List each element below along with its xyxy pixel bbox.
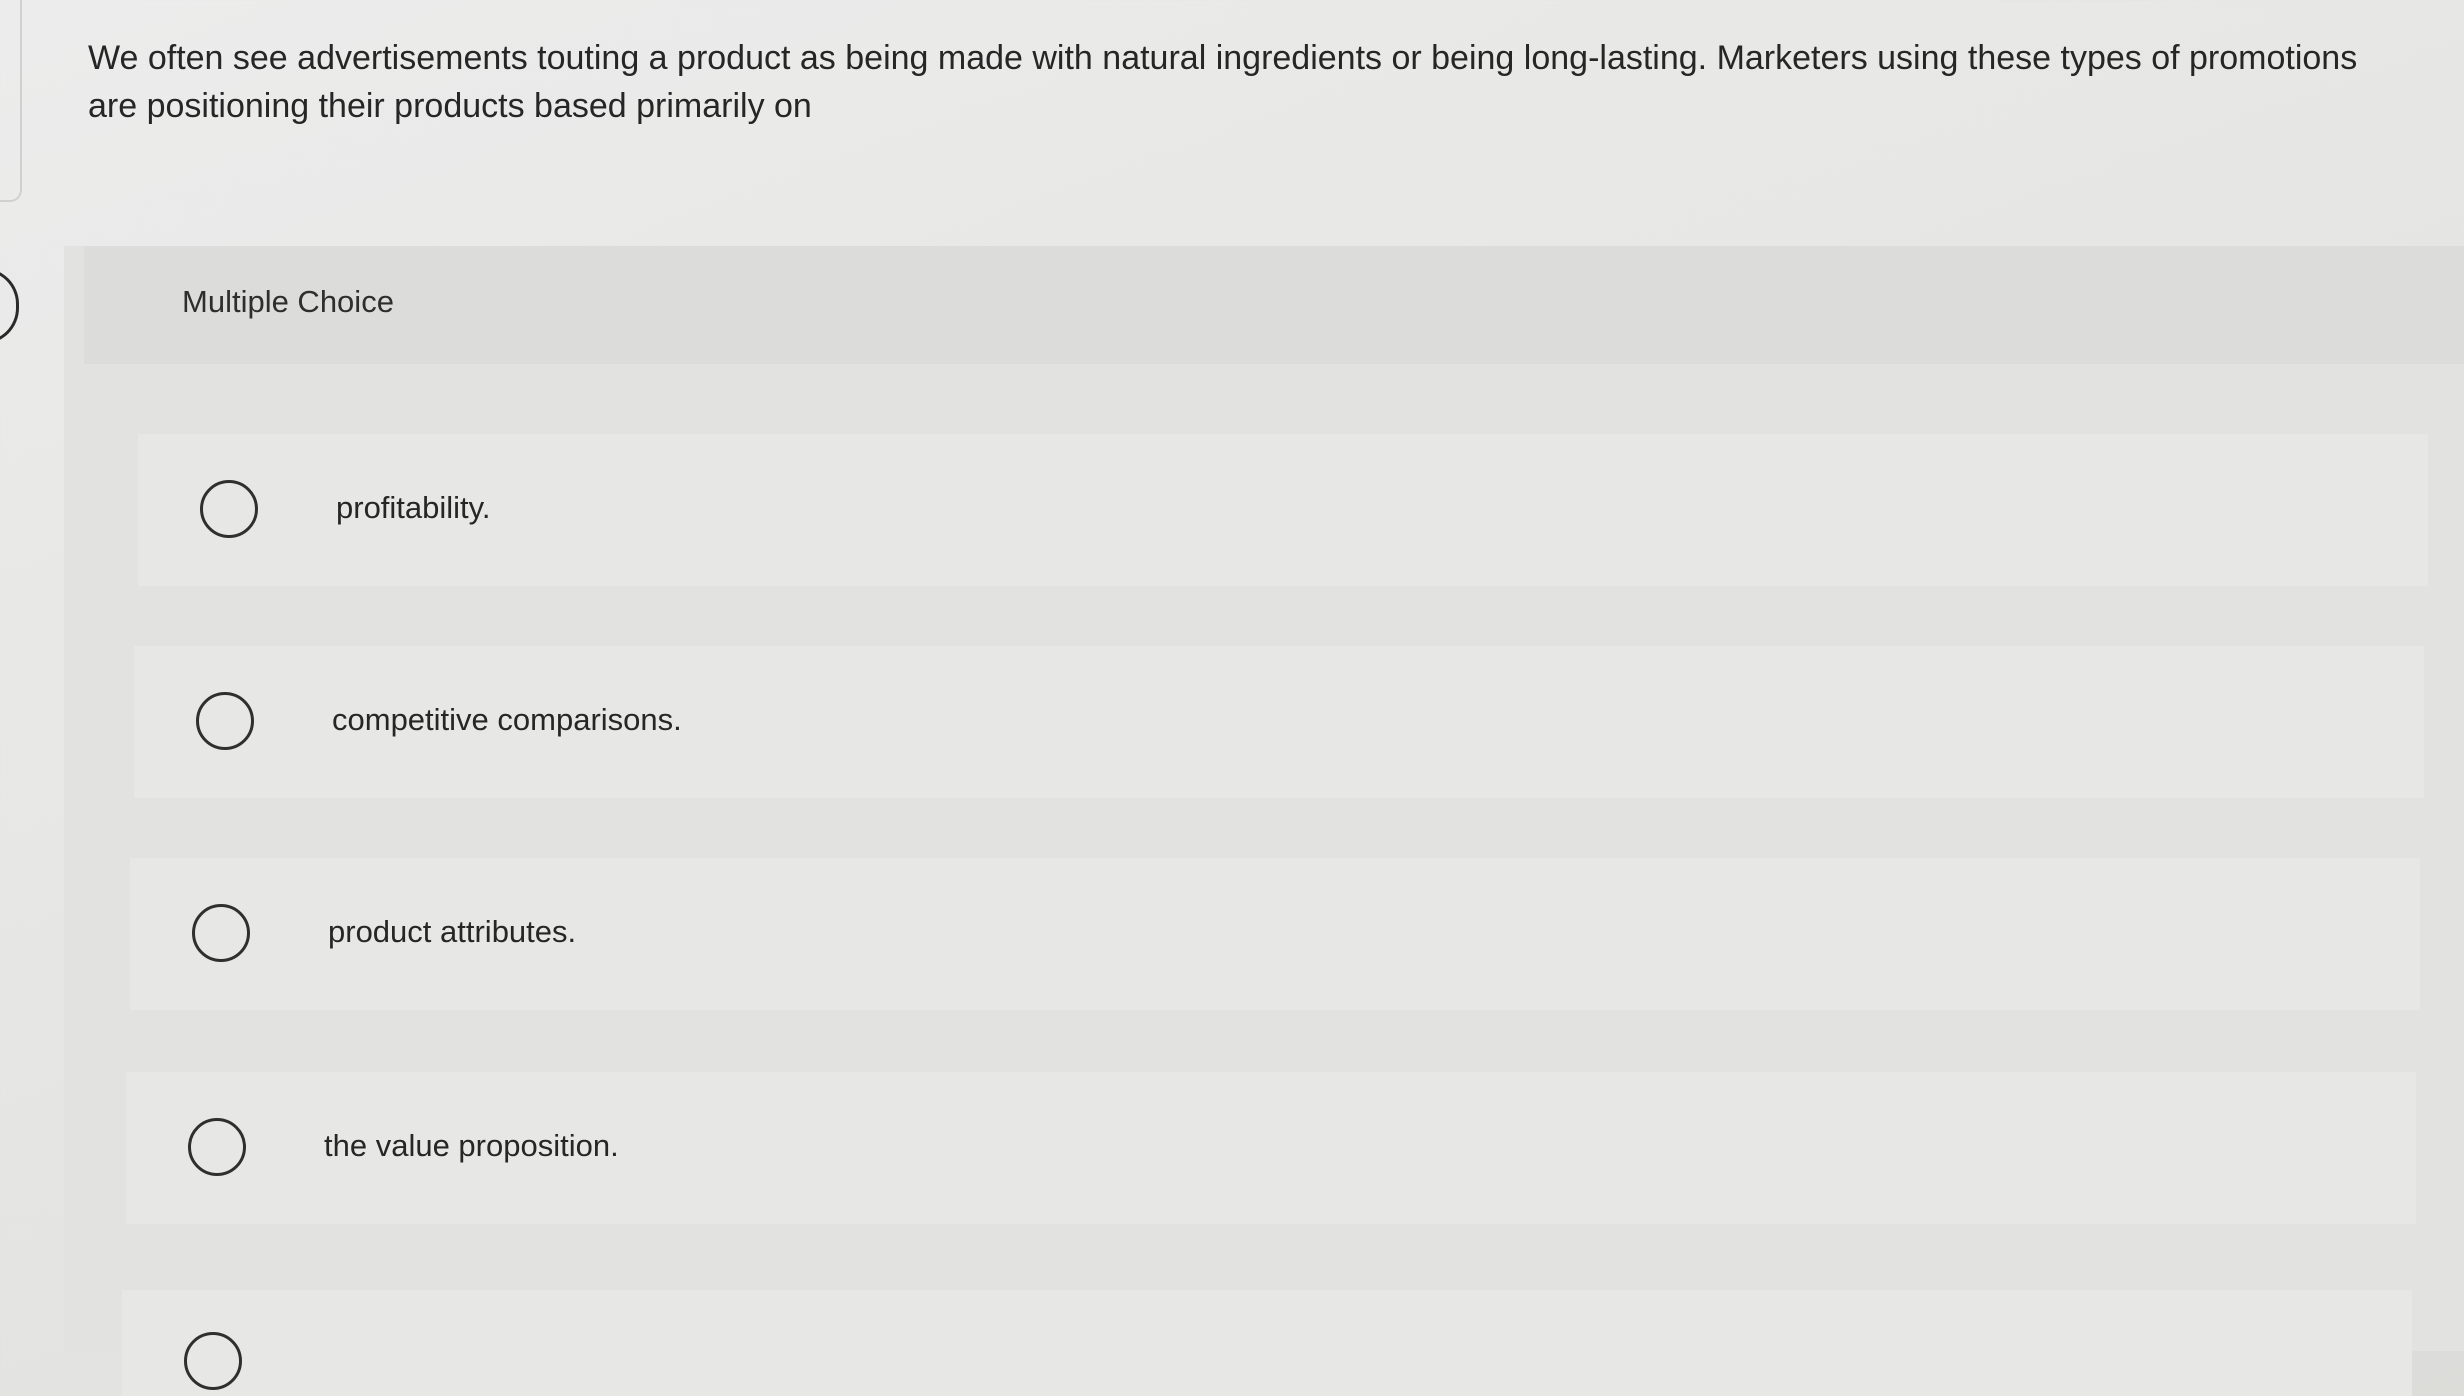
choice-label: profitability. — [336, 490, 491, 525]
radio-unchecked-icon[interactable] — [188, 1118, 246, 1176]
radio-unchecked-icon[interactable] — [192, 904, 250, 962]
radio-unchecked-icon[interactable] — [196, 692, 254, 750]
choice-label: product attributes. — [328, 914, 577, 949]
choice-label: the value proposition. — [324, 1128, 619, 1163]
radio-unchecked-icon[interactable] — [184, 1332, 242, 1390]
choice-option-5-partial[interactable] — [122, 1290, 2412, 1396]
choice-option-3[interactable]: product attributes. — [130, 858, 2420, 1010]
choice-option-1[interactable]: profitability. — [138, 434, 2428, 586]
choice-list: profitability. competitive comparisons. … — [0, 0, 2464, 1396]
choice-label: competitive comparisons. — [332, 702, 682, 737]
choice-option-2[interactable]: competitive comparisons. — [134, 646, 2424, 798]
choice-option-4[interactable]: the value proposition. — [126, 1072, 2416, 1224]
radio-unchecked-icon[interactable] — [200, 480, 258, 538]
